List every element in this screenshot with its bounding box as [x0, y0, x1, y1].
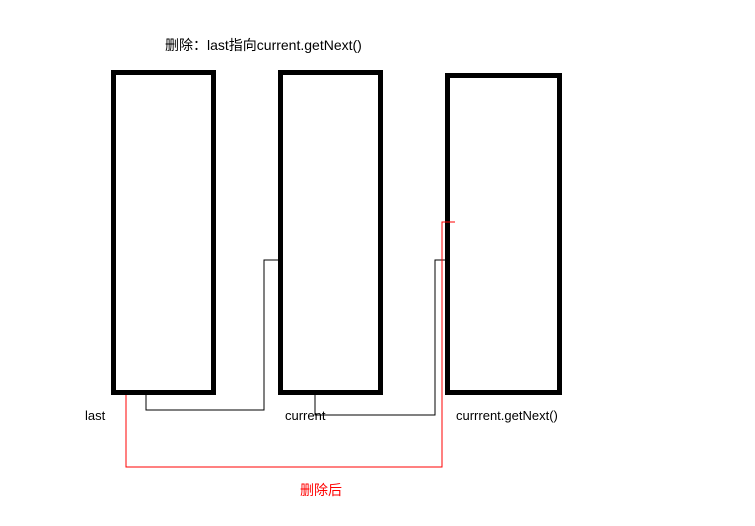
- node-current: [278, 70, 383, 395]
- annotation-after-delete: 删除后: [300, 480, 342, 500]
- node-last: [111, 70, 216, 395]
- label-next: currrent.getNext(): [456, 408, 558, 423]
- label-current: current: [285, 408, 325, 423]
- node-next: [445, 73, 562, 395]
- label-last: last: [85, 408, 105, 423]
- diagram-title: 删除：last指向current.getNext(): [165, 35, 362, 55]
